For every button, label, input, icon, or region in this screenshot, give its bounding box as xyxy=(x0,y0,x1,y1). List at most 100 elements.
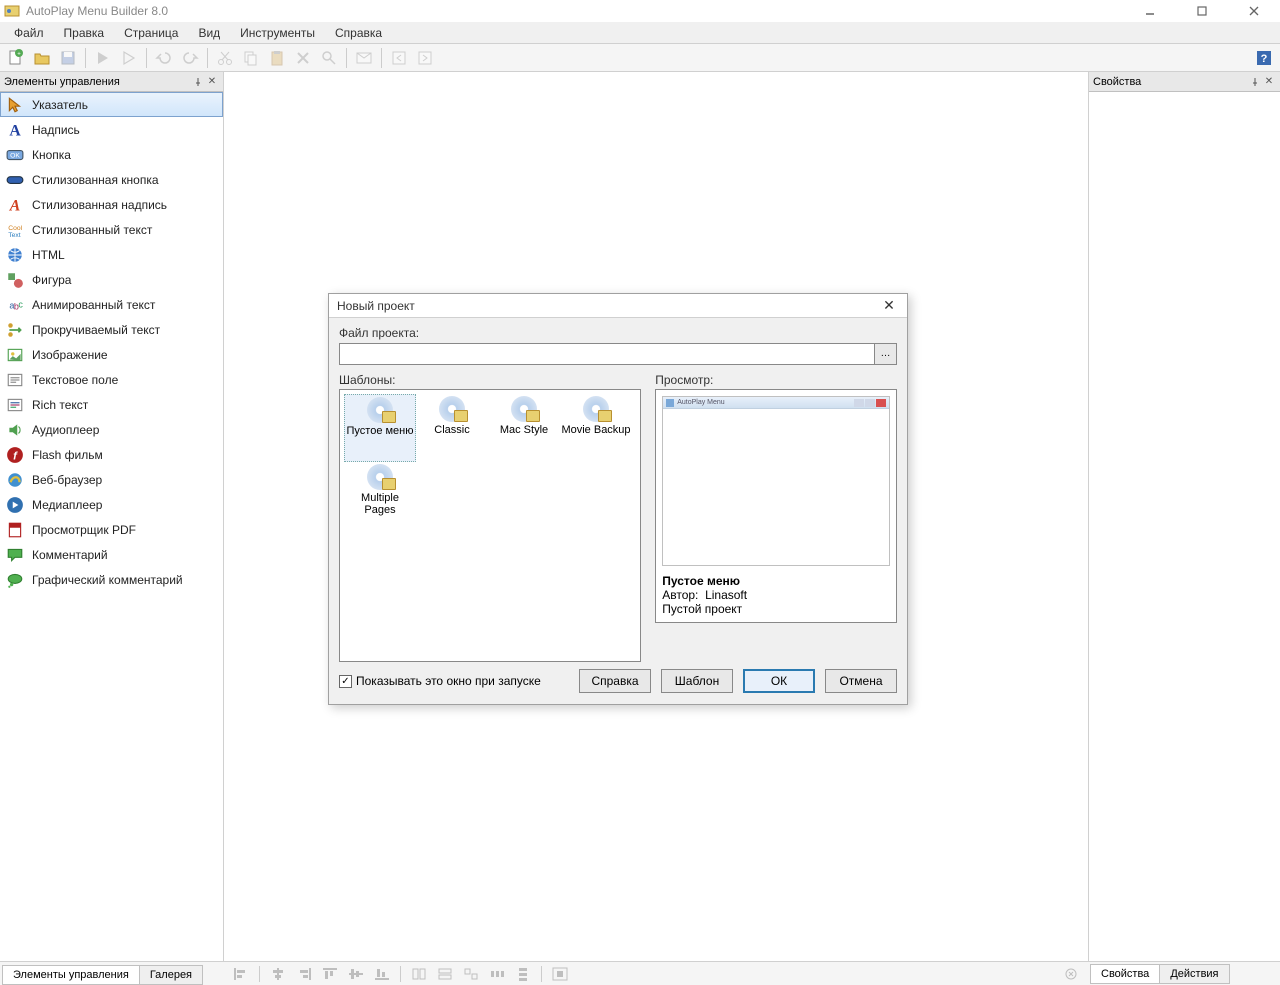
control-animated-text[interactable]: abcАнимированный текст xyxy=(0,292,223,317)
pointer-icon xyxy=(6,96,24,114)
control-label: Веб-браузер xyxy=(32,473,102,487)
find-button[interactable] xyxy=(317,46,341,70)
delete-button[interactable] xyxy=(291,46,315,70)
align-middle-icon[interactable] xyxy=(345,964,367,984)
control-audio[interactable]: Аудиоплеер xyxy=(0,417,223,442)
minimize-button[interactable] xyxy=(1136,1,1164,21)
project-file-input[interactable] xyxy=(339,343,875,365)
control-label: Текстовое поле xyxy=(32,373,118,387)
new-button[interactable]: + xyxy=(4,46,28,70)
show-on-start-label: Показывать это окно при запуске xyxy=(356,674,541,688)
tab-gallery[interactable]: Галерея xyxy=(139,965,203,985)
toolbar-separator xyxy=(146,48,147,68)
tab-properties[interactable]: Свойства xyxy=(1090,964,1160,984)
flash-icon: f xyxy=(6,446,24,464)
control-styled-text[interactable]: CoolTextСтилизованный текст xyxy=(0,217,223,242)
menu-tools[interactable]: Инструменты xyxy=(230,24,325,42)
control-pdf[interactable]: Просмотрщик PDF xyxy=(0,517,223,542)
control-button[interactable]: OKКнопка xyxy=(0,142,223,167)
browse-button[interactable]: … xyxy=(875,343,897,365)
preview-description: Пустой проект xyxy=(662,602,890,616)
menu-file[interactable]: Файл xyxy=(4,24,54,42)
control-comment[interactable]: Комментарий xyxy=(0,542,223,567)
close-icon[interactable]: ✕ xyxy=(1262,75,1276,89)
close-icon[interactable]: ✕ xyxy=(205,75,219,89)
control-label: Rich текст xyxy=(32,398,88,412)
redo-button[interactable] xyxy=(178,46,202,70)
dialog-titlebar: Новый проект ✕ xyxy=(329,294,907,318)
disc-icon xyxy=(364,464,396,490)
space-v-icon[interactable] xyxy=(512,964,534,984)
align-right-icon[interactable] xyxy=(293,964,315,984)
ok-button[interactable]: ОК xyxy=(743,669,815,693)
align-toolbar-close-icon[interactable] xyxy=(1060,964,1082,984)
control-flash[interactable]: fFlash фильм xyxy=(0,442,223,467)
menu-help[interactable]: Справка xyxy=(325,24,392,42)
tab-controls[interactable]: Элементы управления xyxy=(2,965,140,985)
paste-button[interactable] xyxy=(265,46,289,70)
open-button[interactable] xyxy=(30,46,54,70)
control-shape[interactable]: Фигура xyxy=(0,267,223,292)
menu-view[interactable]: Вид xyxy=(188,24,230,42)
control-richtext[interactable]: Rich текст xyxy=(0,392,223,417)
align-bottom-icon[interactable] xyxy=(371,964,393,984)
build-button[interactable] xyxy=(117,46,141,70)
copy-button[interactable] xyxy=(239,46,263,70)
control-browser[interactable]: Веб-браузер xyxy=(0,467,223,492)
menu-page[interactable]: Страница xyxy=(114,24,188,42)
template-mac[interactable]: Mac Style xyxy=(488,394,560,462)
left-panel-tabs: Элементы управления Галерея xyxy=(0,961,224,985)
template-multi[interactable]: Multiple Pages xyxy=(344,462,416,530)
properties-panel: Свойства ✕ xyxy=(1088,72,1280,985)
menu-edit[interactable]: Правка xyxy=(54,24,115,42)
save-button[interactable] xyxy=(56,46,80,70)
show-on-start-checkbox[interactable]: ✓ Показывать это окно при запуске xyxy=(339,674,541,688)
center-in-parent-icon[interactable] xyxy=(549,964,571,984)
tab-actions[interactable]: Действия xyxy=(1159,964,1229,984)
disc-icon xyxy=(580,396,612,422)
same-size-icon[interactable] xyxy=(460,964,482,984)
mail-button[interactable] xyxy=(352,46,376,70)
control-textbox[interactable]: Текстовое поле xyxy=(0,367,223,392)
help-button[interactable]: ? xyxy=(1252,46,1276,70)
control-media[interactable]: Медиаплеер xyxy=(0,492,223,517)
space-h-icon[interactable] xyxy=(486,964,508,984)
template-label: Multiple Pages xyxy=(344,492,416,516)
template-movie[interactable]: Movie Backup xyxy=(560,394,632,462)
pdf-icon xyxy=(6,521,24,539)
cancel-button[interactable]: Отмена xyxy=(825,669,897,693)
window-titlebar: AutoPlay Menu Builder 8.0 xyxy=(0,0,1280,22)
template-button[interactable]: Шаблон xyxy=(661,669,733,693)
template-classic[interactable]: Classic xyxy=(416,394,488,462)
same-width-icon[interactable] xyxy=(408,964,430,984)
toolbar-separator xyxy=(381,48,382,68)
control-image[interactable]: Изображение xyxy=(0,342,223,367)
template-empty[interactable]: Пустое меню xyxy=(344,394,416,462)
pin-icon[interactable] xyxy=(191,75,205,89)
control-pointer[interactable]: Указатель xyxy=(0,92,223,117)
maximize-button[interactable] xyxy=(1188,1,1216,21)
control-scrolling-text[interactable]: Прокручиваемый текст xyxy=(0,317,223,342)
control-graphic-comment[interactable]: Графический комментарий xyxy=(0,567,223,592)
pin-icon[interactable] xyxy=(1248,75,1262,89)
svg-text:OK: OK xyxy=(10,152,20,159)
undo-button[interactable] xyxy=(152,46,176,70)
cut-button[interactable] xyxy=(213,46,237,70)
preview-button[interactable] xyxy=(91,46,115,70)
same-height-icon[interactable] xyxy=(434,964,456,984)
cool-text-icon: CoolText xyxy=(6,221,24,239)
control-styled-label[interactable]: AСтилизованная надпись xyxy=(0,192,223,217)
control-html[interactable]: HTML xyxy=(0,242,223,267)
page-prev-button[interactable] xyxy=(387,46,411,70)
control-styled-button[interactable]: Стилизованная кнопка xyxy=(0,167,223,192)
control-label[interactable]: AНадпись xyxy=(0,117,223,142)
preview-close-icon xyxy=(876,399,886,407)
globe-icon xyxy=(6,246,24,264)
close-button[interactable] xyxy=(1240,1,1268,21)
align-center-h-icon[interactable] xyxy=(267,964,289,984)
align-left-icon[interactable] xyxy=(230,964,252,984)
dialog-close-button[interactable]: ✕ xyxy=(879,297,899,314)
page-next-button[interactable] xyxy=(413,46,437,70)
help-button[interactable]: Справка xyxy=(579,669,651,693)
align-top-icon[interactable] xyxy=(319,964,341,984)
